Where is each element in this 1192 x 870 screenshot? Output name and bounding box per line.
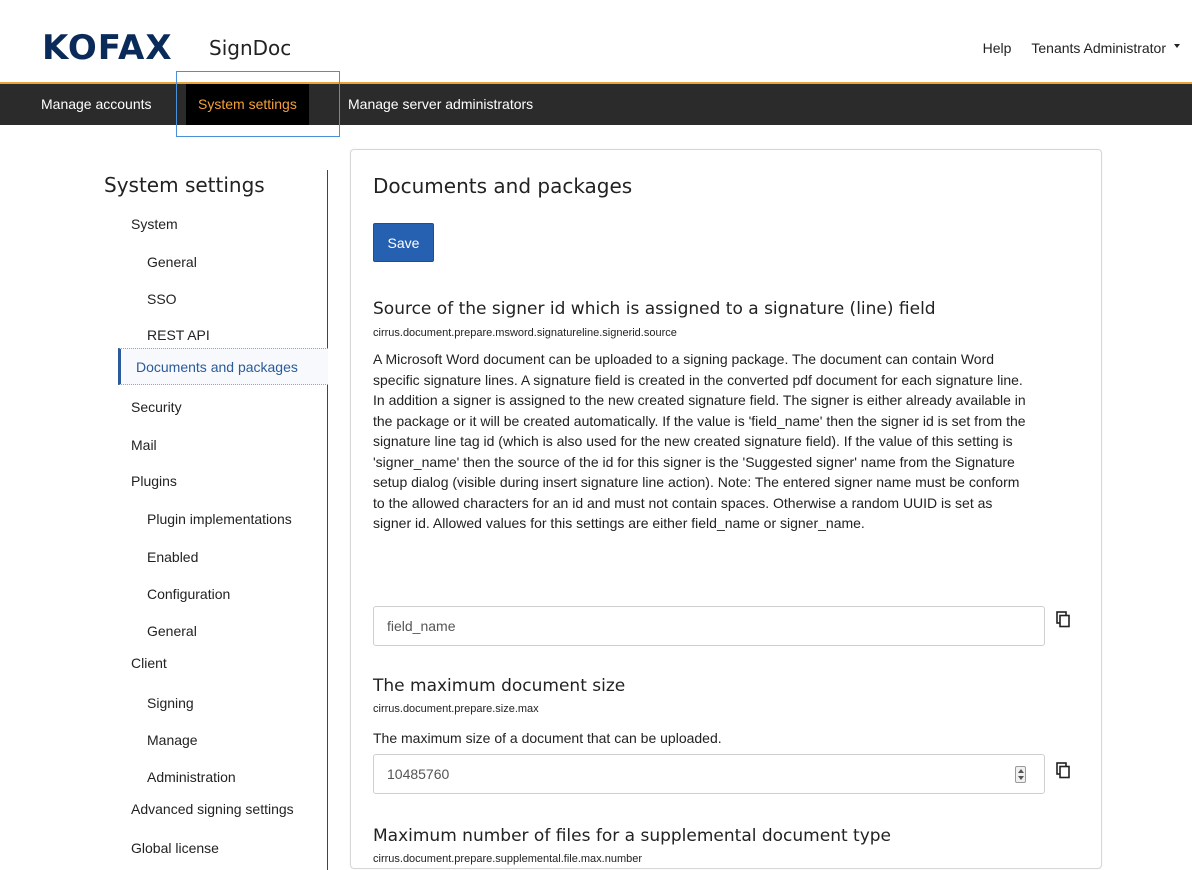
setting-title: The maximum document size — [373, 676, 626, 696]
sidebar-item-sso[interactable]: SSO — [147, 289, 177, 309]
user-menu-label: Tenants Administrator — [1031, 40, 1166, 56]
nav-manage-accounts[interactable]: Manage accounts — [29, 84, 164, 125]
sidebar-item-system[interactable]: System — [131, 214, 178, 234]
top-header: KOFAX SignDoc Help Tenants Administrator — [0, 0, 1192, 82]
settings-sidebar: System settings System General SSO REST … — [0, 125, 340, 870]
sidebar-item-general[interactable]: General — [147, 252, 197, 272]
setting-key: cirrus.document.prepare.msword.signature… — [373, 327, 677, 339]
sidebar-item-configuration[interactable]: Configuration — [147, 584, 230, 604]
setting-title: Source of the signer id which is assigne… — [373, 299, 936, 319]
max-document-size-input[interactable]: 10485760 — [373, 754, 1045, 794]
signer-id-source-input[interactable]: field_name — [373, 606, 1045, 646]
settings-panel: Documents and packages Save Source of th… — [350, 149, 1102, 869]
max-document-size-value: 10485760 — [387, 766, 450, 782]
product-name: SignDoc — [209, 36, 292, 60]
caret-down-icon — [1174, 44, 1180, 49]
sidebar-item-plugins[interactable]: Plugins — [131, 471, 177, 491]
sidebar-item-plugins-general[interactable]: General — [147, 621, 197, 641]
save-button[interactable]: Save — [373, 223, 434, 262]
copy-icon[interactable] — [1056, 762, 1070, 779]
nav-system-settings[interactable]: System settings — [186, 84, 309, 125]
sidebar-item-client[interactable]: Client — [131, 653, 167, 673]
sidebar-title: System settings — [104, 173, 265, 197]
kofax-logo[interactable]: KOFAX — [42, 30, 173, 66]
sidebar-item-advanced-signing-settings[interactable]: Advanced signing settings — [131, 799, 294, 819]
main-navbar: Manage accounts System settings Manage s… — [0, 84, 1192, 125]
sidebar-item-mail[interactable]: Mail — [131, 435, 157, 455]
setting-description: The maximum size of a document that can … — [373, 730, 722, 746]
page-title: Documents and packages — [373, 174, 633, 198]
nav-manage-server-administrators[interactable]: Manage server administrators — [336, 84, 545, 125]
sidebar-item-plugin-implementations[interactable]: Plugin implementations — [147, 509, 292, 529]
user-menu[interactable]: Tenants Administrator — [1031, 40, 1180, 56]
sidebar-item-enabled[interactable]: Enabled — [147, 547, 198, 567]
sidebar-item-administration[interactable]: Administration — [147, 767, 236, 787]
copy-icon[interactable] — [1056, 611, 1070, 628]
sidebar-item-manage[interactable]: Manage — [147, 730, 198, 750]
header-links: Help Tenants Administrator — [983, 40, 1180, 56]
sidebar-item-global-license[interactable]: Global license — [131, 838, 219, 858]
sidebar-item-security[interactable]: Security — [131, 397, 182, 417]
setting-key: cirrus.document.prepare.supplemental.fil… — [373, 853, 643, 865]
setting-key: cirrus.document.prepare.size.max — [373, 703, 539, 715]
sidebar-divider — [327, 170, 328, 870]
help-link[interactable]: Help — [983, 40, 1012, 56]
number-spinner-icon[interactable] — [1015, 766, 1026, 783]
sidebar-item-rest-api[interactable]: REST API — [147, 325, 210, 345]
setting-description: A Microsoft Word document can be uploade… — [373, 351, 1026, 531]
setting-title: Maximum number of files for a supplement… — [373, 826, 892, 846]
sidebar-item-signing[interactable]: Signing — [147, 693, 194, 713]
sidebar-item-documents-and-packages[interactable]: Documents and packages — [118, 348, 328, 385]
